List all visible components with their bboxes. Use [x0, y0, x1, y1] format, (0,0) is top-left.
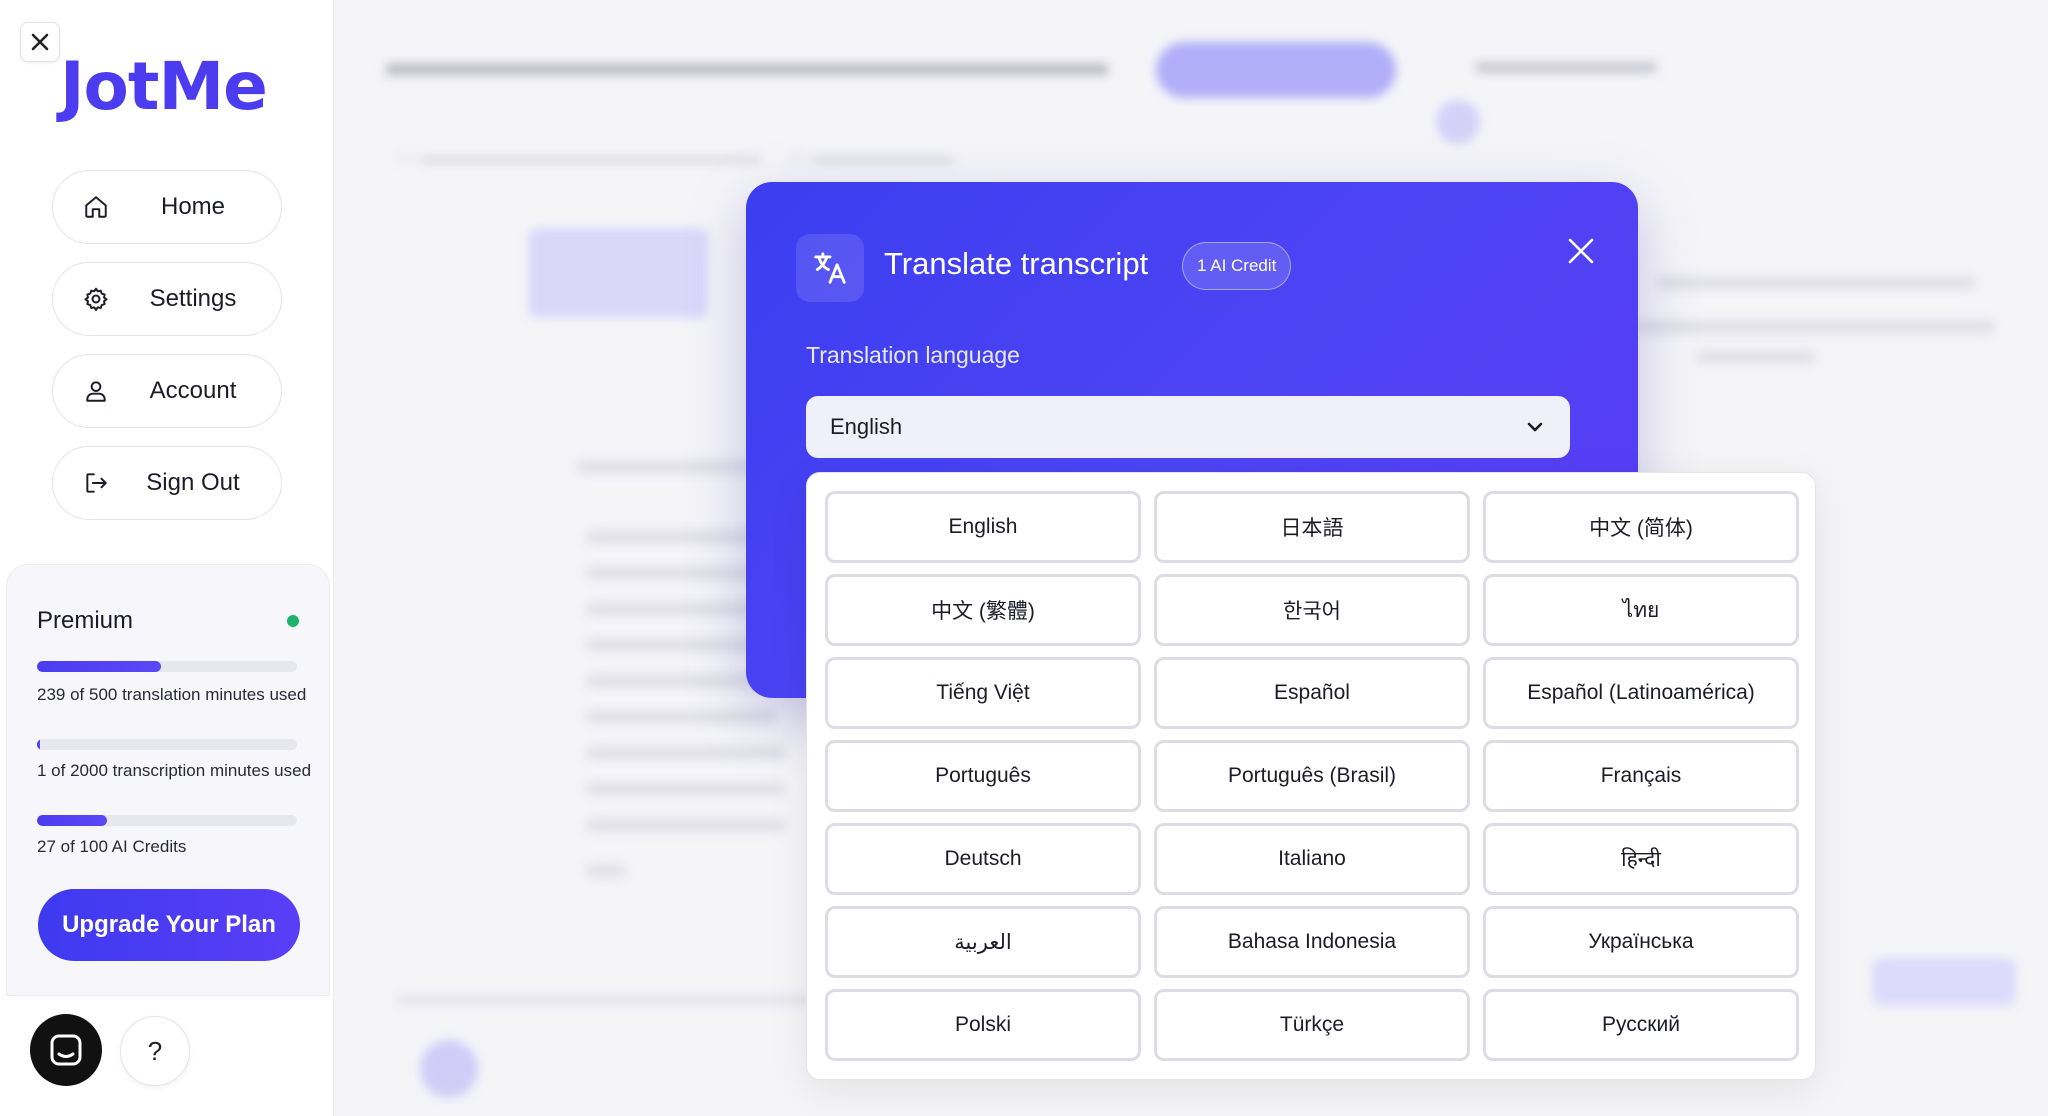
language-option[interactable]: Українська: [1483, 906, 1799, 978]
language-option[interactable]: Italiano: [1154, 823, 1470, 895]
nav-account-button[interactable]: Account: [52, 354, 282, 428]
language-option[interactable]: Deutsch: [825, 823, 1141, 895]
credits-usage-fill: [37, 815, 108, 826]
language-option[interactable]: Português: [825, 740, 1141, 812]
language-option[interactable]: Español (Latinoamérica): [1483, 657, 1799, 729]
language-option[interactable]: Français: [1483, 740, 1799, 812]
translate-icon: [796, 234, 864, 302]
plan-name: Premium: [37, 607, 134, 634]
language-option[interactable]: 中文 (简体): [1483, 491, 1799, 563]
modal-title: Translate transcript: [884, 246, 1149, 281]
transcription-usage-bar: [37, 739, 297, 750]
nav-sign-out-button[interactable]: Sign Out: [52, 446, 282, 520]
home-icon: [81, 192, 111, 222]
sidebar: JotMe Home Settings Account Sign Out Pre…: [0, 0, 334, 1116]
translation-usage-text: 239 of 500 translation minutes used: [37, 685, 307, 704]
language-option[interactable]: ไทย: [1483, 574, 1799, 646]
language-dropdown: English 日本語 中文 (简体) 中文 (繁體) 한국어 ไทย Tiến…: [806, 472, 1816, 1080]
nav-home-label: Home: [160, 193, 226, 220]
plan-status-dot: [287, 615, 299, 627]
transcription-usage-fill: [37, 739, 40, 750]
upgrade-plan-button[interactable]: Upgrade Your Plan: [38, 889, 300, 961]
close-icon: [1568, 238, 1594, 264]
language-option[interactable]: Tiếng Việt: [825, 657, 1141, 729]
nav-home-button[interactable]: Home: [52, 170, 282, 244]
language-option[interactable]: العربية: [825, 906, 1141, 978]
nav-sign-out-label: Sign Out: [146, 469, 240, 496]
plan-card: Premium 239 of 500 translation minutes u…: [6, 564, 330, 996]
chat-support-button[interactable]: [30, 1014, 102, 1086]
nav-settings-button[interactable]: Settings: [52, 262, 282, 336]
gear-icon: [81, 284, 111, 314]
credits-usage-bar: [37, 815, 297, 826]
translation-usage-bar: [37, 661, 297, 672]
ai-credit-badge: 1 AI Credit: [1182, 242, 1292, 290]
language-option[interactable]: Polski: [825, 989, 1141, 1061]
transcription-usage-text: 1 of 2000 transcription minutes used: [37, 761, 312, 780]
sign-out-icon: [81, 468, 111, 498]
chevron-down-icon: [1527, 422, 1543, 432]
translation-language-select[interactable]: English: [806, 396, 1570, 458]
translation-usage-fill: [37, 661, 162, 672]
language-option[interactable]: Bahasa Indonesia: [1154, 906, 1470, 978]
language-option[interactable]: Русский: [1483, 989, 1799, 1061]
language-option[interactable]: Español: [1154, 657, 1470, 729]
language-option[interactable]: Türkçe: [1154, 989, 1470, 1061]
language-option[interactable]: 日本語: [1154, 491, 1470, 563]
language-option[interactable]: Português (Brasil): [1154, 740, 1470, 812]
selected-language: English: [830, 414, 903, 439]
language-option[interactable]: 中文 (繁體): [825, 574, 1141, 646]
language-option[interactable]: English: [825, 491, 1141, 563]
close-sidebar-button[interactable]: [20, 22, 60, 62]
nav-account-label: Account: [149, 377, 237, 404]
credits-usage-text: 27 of 100 AI Credits: [37, 837, 187, 856]
translation-language-label: Translation language: [806, 342, 1020, 368]
help-button[interactable]: ?: [120, 1016, 190, 1086]
nav-settings-label: Settings: [149, 285, 237, 312]
language-options: English 日本語 中文 (简体) 中文 (繁體) 한국어 ไทย Tiến…: [825, 491, 1799, 1061]
chat-icon: [50, 1034, 82, 1066]
app-logo: JotMe: [60, 48, 268, 125]
close-icon: [31, 33, 49, 51]
user-icon: [81, 376, 111, 406]
language-option[interactable]: हिन्दी: [1483, 823, 1799, 895]
modal-close-button[interactable]: [1556, 226, 1606, 276]
language-option[interactable]: 한국어: [1154, 574, 1470, 646]
